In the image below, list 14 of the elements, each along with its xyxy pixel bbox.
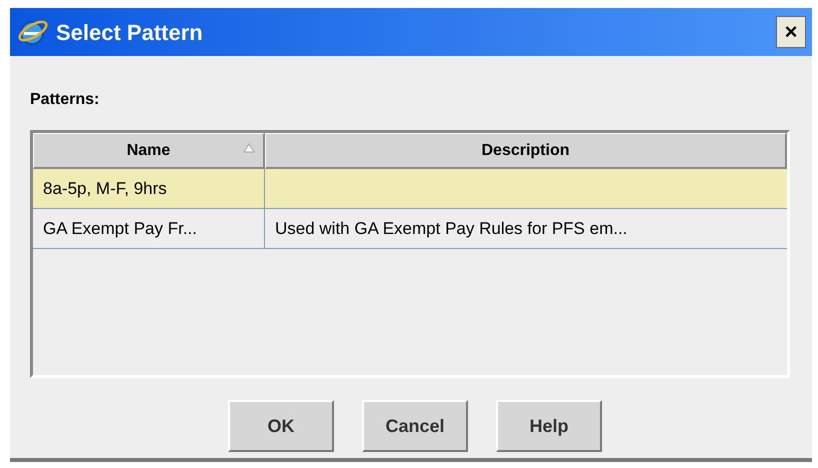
column-header[interactable]: Name bbox=[33, 133, 265, 169]
table-cell-text: 8a-5p, M-F, 9hrs bbox=[43, 178, 167, 200]
table-row[interactable]: 8a-5p, M-F, 9hrs bbox=[33, 169, 787, 209]
dialog-button[interactable]: OK bbox=[228, 400, 334, 452]
patterns-label: Patterns: bbox=[30, 90, 100, 110]
table-row[interactable]: GA Exempt Pay Fr... Used with GA Exempt Pay Rules for PFS em... bbox=[33, 209, 787, 249]
dialog-button[interactable]: Cancel bbox=[362, 400, 468, 452]
table-cell-text: GA Exempt Pay Fr... bbox=[43, 218, 197, 240]
sort-arrow-icon bbox=[243, 143, 255, 153]
window-title: Select Pattern bbox=[56, 18, 203, 46]
close-button[interactable]: × bbox=[776, 16, 806, 48]
column-header[interactable]: Description bbox=[265, 133, 787, 169]
dialog-button[interactable]: Help bbox=[496, 400, 602, 452]
table-cell-text: Used with GA Exempt Pay Rules for PFS em... bbox=[275, 218, 628, 240]
